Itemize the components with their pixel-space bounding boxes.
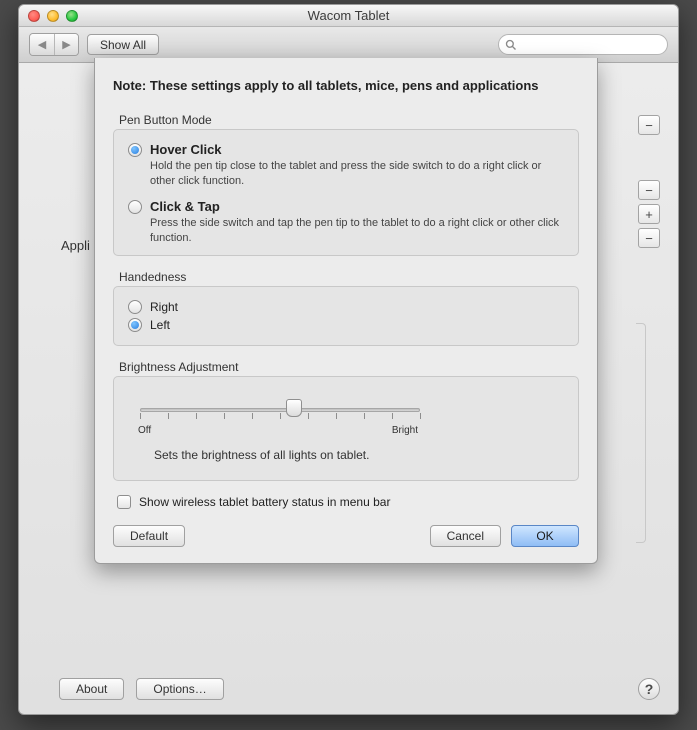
slider-tick	[336, 413, 337, 419]
ok-button[interactable]: OK	[511, 525, 579, 547]
sheet-note: Note: These settings apply to all tablet…	[113, 78, 579, 93]
slider-track-line	[140, 408, 420, 412]
slider-tick	[392, 413, 393, 419]
radio-icon	[128, 200, 142, 214]
radio-body: Hover Click Hold the pen tip close to th…	[150, 142, 564, 189]
radio-left[interactable]: Left	[128, 317, 564, 332]
brightness-desc: Sets the brightness of all lights on tab…	[154, 448, 556, 462]
slider-labels: Off Bright	[136, 425, 420, 436]
footer-bar: About Options… ?	[59, 678, 660, 700]
wireless-battery-checkbox[interactable]: Show wireless tablet battery status in m…	[117, 495, 579, 509]
radio-label: Left	[150, 318, 170, 332]
brightness-group: Off Bright Sets the brightness of all li…	[113, 376, 579, 481]
brightness-label: Brightness Adjustment	[119, 360, 579, 374]
slider-tick	[280, 413, 281, 419]
brightness-slider[interactable]	[140, 401, 420, 419]
default-button[interactable]: Default	[113, 525, 185, 547]
about-button[interactable]: About	[59, 678, 124, 700]
sheet-buttons: Default Cancel OK	[113, 525, 579, 547]
radio-click-tap[interactable]: Click & Tap Press the side switch and ta…	[128, 199, 564, 246]
radio-hover-click[interactable]: Hover Click Hold the pen tip close to th…	[128, 142, 564, 189]
slider-tick	[196, 413, 197, 419]
slider-tick	[308, 413, 309, 419]
slider-min-label: Off	[138, 425, 151, 436]
radio-body: Click & Tap Press the side switch and ta…	[150, 199, 564, 246]
slider-tick	[140, 413, 141, 419]
radio-right[interactable]: Right	[128, 299, 564, 314]
slider-tick	[224, 413, 225, 419]
radio-icon	[128, 143, 142, 157]
forward-button[interactable]: ▶	[54, 34, 78, 55]
slider-tick	[420, 413, 421, 419]
radio-icon	[128, 318, 142, 332]
radio-label: Right	[150, 300, 178, 314]
slider-thumb-icon[interactable]	[286, 399, 302, 417]
bg-panel-edge	[636, 323, 646, 543]
cancel-button[interactable]: Cancel	[430, 525, 501, 547]
side-buttons: − − + −	[638, 115, 660, 248]
radio-title: Hover Click	[150, 142, 564, 157]
handedness-label: Handedness	[119, 270, 579, 284]
help-button[interactable]: ?	[638, 678, 660, 700]
radio-title: Click & Tap	[150, 199, 564, 214]
pen-button-mode-group: Hover Click Hold the pen tip close to th…	[113, 129, 579, 256]
side-stack: − + −	[638, 180, 660, 248]
radio-desc: Press the side switch and tap the pen ti…	[150, 216, 564, 246]
window-title: Wacom Tablet	[19, 8, 678, 23]
brightness-slider-area: Off Bright Sets the brightness of all li…	[128, 389, 564, 470]
remove-button-2[interactable]: −	[638, 180, 660, 200]
show-all-button[interactable]: Show All	[87, 34, 159, 55]
handedness-group: Right Left	[113, 286, 579, 346]
slider-tick	[252, 413, 253, 419]
search-icon	[505, 39, 517, 51]
slider-tick	[168, 413, 169, 419]
remove-button-3[interactable]: −	[638, 228, 660, 248]
application-label: Appli	[61, 238, 90, 253]
radio-icon	[128, 300, 142, 314]
pen-button-mode-label: Pen Button Mode	[119, 113, 579, 127]
titlebar: Wacom Tablet	[19, 5, 678, 27]
checkbox-label: Show wireless tablet battery status in m…	[139, 495, 390, 509]
search-input[interactable]	[498, 34, 668, 55]
nav-buttons: ◀ ▶	[29, 33, 79, 56]
checkbox-icon	[117, 495, 131, 509]
slider-tick	[364, 413, 365, 419]
add-button[interactable]: +	[638, 204, 660, 224]
slider-max-label: Bright	[392, 425, 418, 436]
radio-desc: Hold the pen tip close to the tablet and…	[150, 159, 564, 189]
remove-button-1[interactable]: −	[638, 115, 660, 135]
options-button[interactable]: Options…	[136, 678, 223, 700]
back-button[interactable]: ◀	[30, 34, 54, 55]
options-sheet: Note: These settings apply to all tablet…	[94, 58, 598, 564]
